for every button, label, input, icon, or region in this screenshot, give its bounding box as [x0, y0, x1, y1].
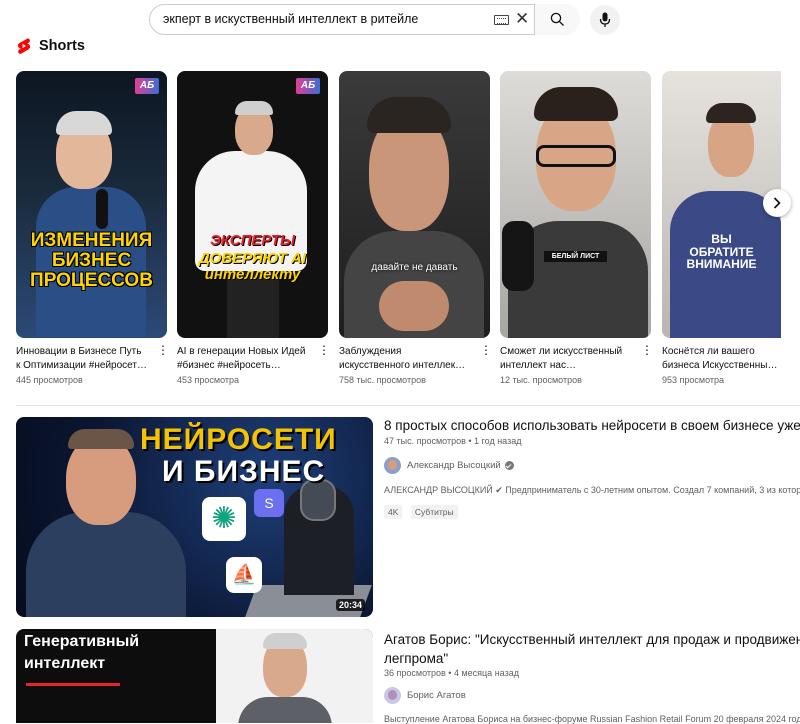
voice-search-button[interactable]: [590, 5, 620, 35]
channel-name[interactable]: Борис Агатов: [407, 690, 466, 701]
shorts-next-button[interactable]: [763, 189, 791, 217]
thumbnail-headline: И БИЗНЕС: [162, 455, 326, 488]
channel-badge: АБ: [135, 78, 159, 94]
short-overlay-text: ВЫ ОБРАТИТЕ ВНИМАНИЕ: [686, 232, 757, 272]
more-options-icon[interactable]: ⋮: [641, 343, 653, 357]
video-title[interactable]: Агатов Борис: "Искусственный интеллект д…: [384, 630, 800, 649]
channel-link[interactable]: Александр Высоцкий: [384, 457, 514, 474]
video-duration: 20:34: [335, 599, 365, 611]
search-button[interactable]: [534, 4, 580, 35]
hand-shape: [379, 281, 449, 331]
short-overlay-text: ДОВЕРЯЮТ AI интеллекту: [198, 250, 307, 283]
chip-4k: 4K: [384, 505, 403, 519]
short-caption: давайте не давать: [371, 262, 458, 273]
red-stroke: [26, 683, 120, 686]
more-options-icon[interactable]: ⋮: [318, 343, 330, 357]
video-title[interactable]: 8 простых способов использовать нейросет…: [384, 416, 800, 435]
short-overlay-text: ЭКСПЕРТЫ: [209, 232, 296, 249]
search-query[interactable]: экперт в искуственный интеллект в ритейл…: [163, 12, 418, 26]
microphone-icon: [96, 189, 108, 229]
short-card[interactable]: БЕЛЫЙ ЛИСТ Сможет ли искусственный интел…: [500, 71, 653, 385]
short-title[interactable]: Сможет ли искусственный: [500, 345, 638, 359]
short-card[interactable]: давайте не давать Заблуждения искусствен…: [339, 71, 492, 385]
shorts-heading: Shorts: [39, 38, 85, 54]
short-card[interactable]: АБ ЭКСПЕРТЫ ДОВЕРЯЮТ AI интеллекту AI в …: [177, 71, 330, 385]
short-thumbnail[interactable]: БЕЛЫЙ ЛИСТ: [500, 71, 651, 338]
shorts-logo-icon: [17, 38, 31, 54]
short-title[interactable]: Инновации в Бизнесе Путь: [16, 345, 154, 359]
short-overlay-text: ИЗМЕНЕНИЯ БИЗНЕС ПРОЦЕССОВ: [30, 230, 153, 291]
channel-name[interactable]: Александр Высоцкий: [407, 460, 501, 471]
person-hair: [263, 633, 307, 649]
short-caption: БЕЛЫЙ ЛИСТ: [544, 251, 607, 263]
person-figure: [238, 697, 332, 723]
microphone-icon: [502, 221, 534, 291]
search-icon: [550, 12, 564, 26]
short-title[interactable]: Коснётся ли вашего: [662, 345, 780, 359]
top-bar: экперт в искуственный интеллект в ритейл…: [0, 0, 800, 40]
video-description: АЛЕКСАНДР ВЫСОЦКИЙ ✔ Предприниматель с 3…: [384, 485, 800, 495]
channel-badge: АБ: [296, 78, 320, 94]
short-card[interactable]: АБ ИЗМЕНЕНИЯ БИЗНЕС ПРОЦЕССОВ Инновации …: [16, 71, 169, 385]
avatar[interactable]: [384, 457, 401, 474]
video-title[interactable]: легпрома": [384, 649, 448, 668]
short-thumbnail[interactable]: АБ ИЗМЕНЕНИЯ БИЗНЕС ПРОЦЕССОВ: [16, 71, 167, 338]
short-title[interactable]: AI в генерации Новых Идей: [177, 345, 315, 359]
sail-icon: ⛵: [226, 557, 262, 593]
short-title[interactable]: бизнеса Искусственный…: [662, 359, 780, 373]
avatar[interactable]: [384, 687, 401, 704]
video-meta: 47 тыс. просмотров • 1 год назад: [384, 436, 522, 446]
video-thumbnail[interactable]: ✺ S ⛵ НЕЙРОСЕТИ И БИЗНЕС 20:34: [16, 417, 373, 617]
video-chips: 4K Субтитры: [384, 502, 462, 520]
short-views: 758 тыс. просмотров: [339, 375, 426, 385]
person-hair: [56, 111, 112, 135]
short-title[interactable]: Заблуждения: [339, 345, 477, 359]
channel-link[interactable]: Борис Агатов: [384, 687, 466, 704]
shorts-header: Shorts: [17, 36, 85, 56]
glasses-icon: [536, 145, 616, 167]
thumbnail-headline: интеллект: [24, 655, 106, 672]
short-views: 445 просмотров: [16, 375, 83, 385]
search-input[interactable]: экперт в искуственный интеллект в ритейл…: [149, 4, 580, 35]
verified-icon: [504, 461, 514, 470]
more-options-icon[interactable]: ⋮: [157, 343, 169, 357]
person-hair: [68, 429, 134, 449]
person-hair: [367, 97, 451, 133]
person-hair: [235, 101, 273, 115]
short-thumbnail[interactable]: АБ ЭКСПЕРТЫ ДОВЕРЯЮТ AI интеллекту: [177, 71, 328, 338]
thumbnail-headline: НЕЙРОСЕТИ: [140, 423, 337, 456]
thumbnail-headline: Генеративный: [24, 633, 140, 650]
short-title[interactable]: к Оптимизации #нейросет…: [16, 359, 154, 373]
close-icon[interactable]: ✕: [515, 10, 529, 28]
app-icon: S: [254, 489, 284, 517]
short-thumbnail[interactable]: давайте не давать: [339, 71, 490, 338]
person-hair: [534, 87, 618, 121]
video-meta: 36 просмотров • 4 месяца назад: [384, 668, 519, 678]
chatgpt-icon: ✺: [202, 497, 246, 541]
video-thumbnail[interactable]: Генеративный интеллект: [16, 629, 373, 723]
person-hair: [706, 103, 756, 123]
short-title[interactable]: интеллект нас…: [500, 359, 638, 373]
short-views: 953 просмотра: [662, 375, 725, 385]
section-divider: [16, 405, 800, 406]
mic-icon: [599, 12, 611, 27]
short-views: 12 тыс. просмотров: [500, 375, 582, 385]
person-figure: [26, 512, 186, 617]
short-title[interactable]: искусственного интеллек…: [339, 359, 477, 373]
short-title[interactable]: #бизнес #нейросеть…: [177, 359, 315, 373]
short-views: 453 просмотра: [177, 375, 240, 385]
chip-subtitles: Субтитры: [410, 505, 458, 519]
more-options-icon[interactable]: ⋮: [480, 343, 492, 357]
keyboard-icon[interactable]: [494, 15, 509, 25]
chevron-right-icon: [773, 197, 781, 209]
